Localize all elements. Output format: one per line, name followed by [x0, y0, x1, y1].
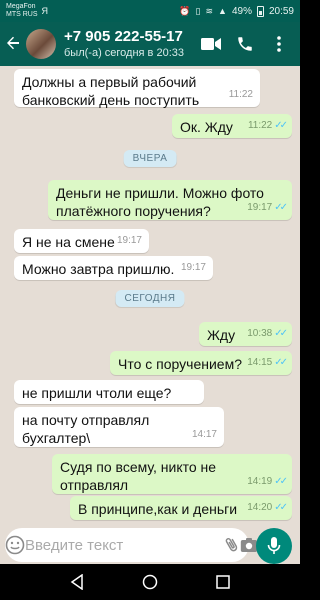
- message-outgoing[interactable]: В принципе,как и деньги 14:20 ✓✓: [70, 496, 292, 520]
- chat-header: +7 905 222-55-17 был(-а) сегодня в 20:33: [0, 22, 300, 66]
- message-outgoing[interactable]: Жду 10:38 ✓✓: [199, 322, 292, 346]
- carrier-info: MegaFon MTS RUS: [6, 3, 38, 19]
- read-ticks-icon: ✓✓: [274, 502, 288, 513]
- header-actions: [200, 33, 290, 55]
- nav-home-icon[interactable]: [138, 570, 162, 594]
- back-arrow-icon[interactable]: [2, 33, 24, 56]
- message-text: Что с поручением?: [118, 356, 242, 372]
- message-time: 14:17: [191, 429, 217, 440]
- message-text: Можно завтра пришлю.: [22, 261, 175, 277]
- message-incoming[interactable]: на почту отправлял бухгалтер\ 14:17: [14, 407, 224, 447]
- message-time-wrap: 14:20 ✓✓: [247, 499, 288, 517]
- message-text: не пришли чтоли еще?: [22, 385, 172, 401]
- nav-recents-icon[interactable]: [211, 570, 235, 594]
- status-right: ⏰ ▯ ≋ ▲ 49% 20:59: [179, 5, 294, 17]
- status-left: MegaFon MTS RUS Я: [6, 3, 48, 19]
- phone-icon[interactable]: [234, 33, 256, 55]
- message-text: Я не на смене: [22, 234, 115, 250]
- read-ticks-icon: ✓✓: [274, 202, 288, 213]
- alarm-icon: ⏰: [179, 6, 191, 16]
- message-time: 10:38: [247, 328, 273, 339]
- message-text: Жду: [207, 327, 236, 343]
- message-time: 19:17: [180, 262, 206, 273]
- message-input[interactable]: [25, 536, 224, 554]
- signal-icon: ▲: [218, 6, 227, 16]
- message-time: 19:17: [116, 235, 142, 246]
- notification-icon: Я: [41, 6, 49, 16]
- message-text: Должны а первый рабочий банковский день …: [22, 74, 200, 108]
- compose-bar: [0, 524, 300, 564]
- mic-icon[interactable]: [256, 528, 292, 564]
- nav-back-icon[interactable]: [65, 570, 89, 594]
- message-time-wrap: 14:15 ✓✓: [247, 354, 288, 372]
- message-time-wrap: 14:19 ✓✓: [247, 473, 288, 491]
- message-outgoing[interactable]: Деньги не пришли. Можно фото платёжного …: [48, 180, 292, 220]
- video-call-icon[interactable]: [200, 33, 222, 55]
- message-input-container: [5, 528, 258, 562]
- read-ticks-icon: ✓✓: [274, 476, 288, 487]
- read-ticks-icon: ✓✓: [274, 328, 288, 339]
- read-ticks-icon: ✓✓: [274, 357, 288, 368]
- message-outgoing[interactable]: Судя по всему, никто не отправлял 14:19 ✓…: [52, 454, 292, 494]
- menu-icon[interactable]: [268, 33, 290, 55]
- date-divider: СЕГОДНЯ: [115, 290, 185, 307]
- clock: 20:59: [268, 5, 294, 17]
- message-text: на почту отправлял бухгалтер\: [22, 412, 150, 446]
- message-text: Ок. Жду: [180, 119, 233, 135]
- message-outgoing[interactable]: Что с поручением? 14:15 ✓✓: [110, 351, 292, 375]
- read-ticks-icon: ✓✓: [274, 120, 288, 131]
- message-incoming[interactable]: Должны а первый рабочий банковский день …: [14, 69, 260, 108]
- message-text: Судя по всему, никто не отправлял: [60, 459, 217, 493]
- carrier-1: MegaFon: [6, 3, 36, 10]
- message-time: 14:20: [247, 502, 273, 513]
- message-time: 19:17: [247, 202, 273, 213]
- chat-area[interactable]: Должны а первый рабочий банковский день …: [0, 66, 300, 524]
- contact-info[interactable]: +7 905 222-55-17 был(-а) сегодня в 20:33: [64, 28, 200, 60]
- message-time-wrap: 11:22 ✓✓: [247, 117, 288, 135]
- battery-icon: [256, 5, 264, 17]
- status-bar: MegaFon MTS RUS Я ⏰ ▯ ≋ ▲ 49% 20:59: [0, 0, 300, 22]
- message-text: Деньги не пришли. Можно фото платёжного …: [56, 185, 264, 219]
- message-outgoing[interactable]: Ок. Жду 11:22 ✓✓: [172, 114, 292, 138]
- message-time-wrap: 19:17 ✓✓: [247, 199, 288, 217]
- message-incoming[interactable]: не пришли чтоли еще?: [14, 380, 204, 404]
- vibrate-icon: ▯: [195, 6, 201, 16]
- message-time-wrap: 10:38 ✓✓: [247, 325, 288, 343]
- message-time: 14:19: [247, 476, 273, 487]
- message-time: 14:15: [247, 357, 273, 368]
- message-text: В принципе,как и деньги: [78, 501, 238, 517]
- message-incoming[interactable]: Можно завтра пришлю. 19:17: [14, 256, 213, 280]
- wifi-icon: ≋: [205, 6, 214, 16]
- avatar[interactable]: [26, 29, 56, 59]
- message-time: 11:22: [247, 120, 273, 131]
- last-seen-status: был(-а) сегодня в 20:33: [64, 47, 184, 59]
- contact-name: +7 905 222-55-17: [64, 28, 183, 45]
- date-divider: ВЧЕРА: [123, 150, 177, 167]
- carrier-2: MTS RUS: [6, 11, 38, 18]
- battery-percent: 49%: [231, 5, 252, 17]
- message-time: 11:22: [228, 89, 253, 100]
- attach-icon[interactable]: [224, 532, 240, 558]
- navigation-bar: [0, 564, 300, 600]
- emoji-icon[interactable]: [5, 535, 25, 555]
- message-incoming[interactable]: Я не на смене 19:17: [14, 229, 149, 253]
